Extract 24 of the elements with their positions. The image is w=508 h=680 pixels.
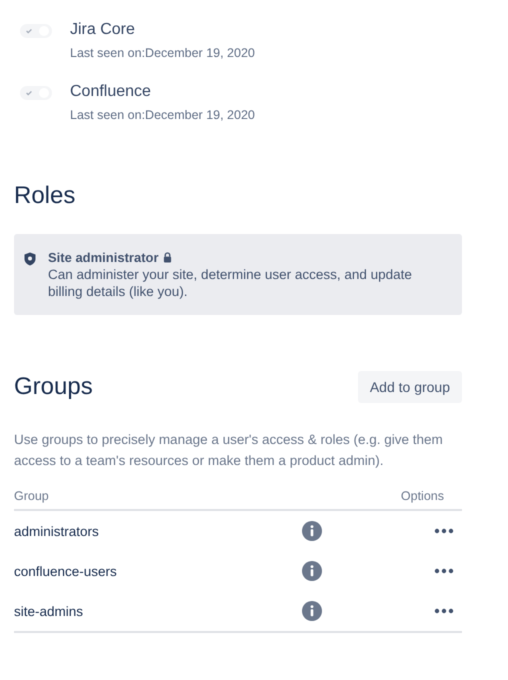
more-options-icon[interactable] [434, 608, 454, 614]
more-options-icon[interactable] [434, 528, 454, 534]
column-header: Options [400, 489, 444, 503]
check-icon [25, 89, 33, 97]
check-icon [25, 27, 33, 35]
column-header: Group [14, 489, 49, 503]
more-options-icon[interactable] [434, 568, 454, 574]
last-seen-text: Last seen on:December 19, 2020 [70, 46, 255, 60]
shield-icon [24, 252, 36, 266]
section-heading: Groups [14, 373, 93, 401]
info-icon[interactable] [302, 561, 322, 581]
group-name: confluence-users [14, 564, 118, 578]
info-icon[interactable] [302, 601, 322, 621]
product-name: Confluence [70, 83, 152, 101]
group-name: site-admins [14, 604, 84, 618]
add-to-group-button[interactable]: Add to group [358, 371, 462, 403]
product-name: Jira Core [70, 21, 136, 39]
info-icon[interactable] [302, 521, 322, 541]
groups-description: Use groups to precisely manage a user's access & roles (e.g. give them access to a team's resources or make them a product admin). [14, 431, 444, 470]
group-name: administrators [14, 524, 100, 538]
last-seen-text: Last seen on:December 19, 2020 [70, 108, 255, 122]
section-heading: Roles [14, 182, 76, 210]
role-description: Can administer your site, determine user access, and update billing details (like you). [48, 266, 413, 300]
role-name: Site administrator [48, 250, 159, 265]
